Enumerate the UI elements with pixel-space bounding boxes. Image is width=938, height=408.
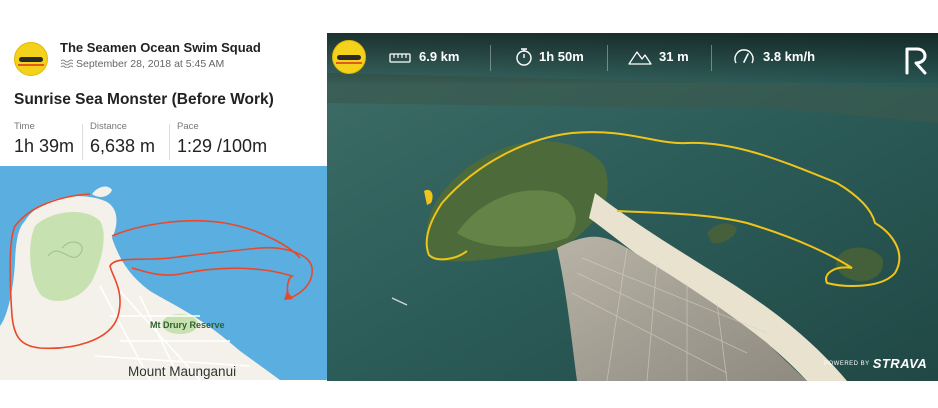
stat-label: Distance xyxy=(90,121,127,132)
club-logo[interactable] xyxy=(14,42,48,76)
stopwatch-icon xyxy=(516,48,532,66)
metric-distance: 6.9 km xyxy=(419,49,460,64)
stat-pace: Pace 1:29 /100m xyxy=(177,121,267,157)
swim-icon xyxy=(60,59,73,68)
activity-title[interactable]: Sunrise Sea Monster (Before Work) xyxy=(14,91,274,109)
stat-distance: Distance 6,638 m xyxy=(90,121,155,157)
stat-value: 6,638 m xyxy=(90,136,156,156)
stat-divider xyxy=(169,124,170,160)
activity-date: September 28, 2018 at 5:45 AM xyxy=(76,58,225,70)
route-end-arrow xyxy=(284,291,293,300)
route-map[interactable]: Mt Drury Reserve Mount Maunganui xyxy=(0,166,330,380)
stat-value: 1:29 /100m xyxy=(177,136,268,156)
strava-watermark: POWERED BY STRAVA xyxy=(824,355,927,373)
stat-time: Time 1h 39m xyxy=(14,121,74,157)
stat-value: 1h 39m xyxy=(14,136,75,156)
metric-speed: 3.8 km/h xyxy=(763,49,816,64)
ruler-icon xyxy=(389,53,411,63)
club-name[interactable]: The Seamen Ocean Swim Squad xyxy=(60,40,261,55)
relive-video-frame[interactable]: 6.9 km 1h 50m 31 m 3.8 km/h POWERED BY ST… xyxy=(327,33,938,381)
metrics-bar: 6.9 km 1h 50m 31 m 3.8 km/h xyxy=(327,33,938,83)
satellite-view xyxy=(327,33,938,381)
metric-duration: 1h 50m xyxy=(539,49,584,64)
route-map-graphic xyxy=(0,186,313,380)
metric-divider xyxy=(607,45,608,71)
map-label-reserve: Mt Drury Reserve xyxy=(150,320,225,330)
metric-divider xyxy=(711,45,712,71)
activity-card: The Seamen Ocean Swim Squad September 28… xyxy=(0,0,330,408)
speedometer-icon xyxy=(734,49,754,64)
metric-divider xyxy=(490,45,491,71)
metric-elevation: 31 m xyxy=(659,49,689,64)
mountain-icon xyxy=(628,51,652,65)
stat-label: Time xyxy=(14,121,35,132)
powered-by-label: POWERED BY xyxy=(824,360,870,367)
map-label-town: Mount Maunganui xyxy=(128,364,237,379)
strava-logo: STRAVA xyxy=(872,356,928,372)
stat-divider xyxy=(82,124,83,160)
stat-label: Pace xyxy=(177,121,199,132)
islet xyxy=(92,186,112,197)
club-logo-badge xyxy=(332,40,366,74)
relive-logo[interactable] xyxy=(903,45,929,75)
